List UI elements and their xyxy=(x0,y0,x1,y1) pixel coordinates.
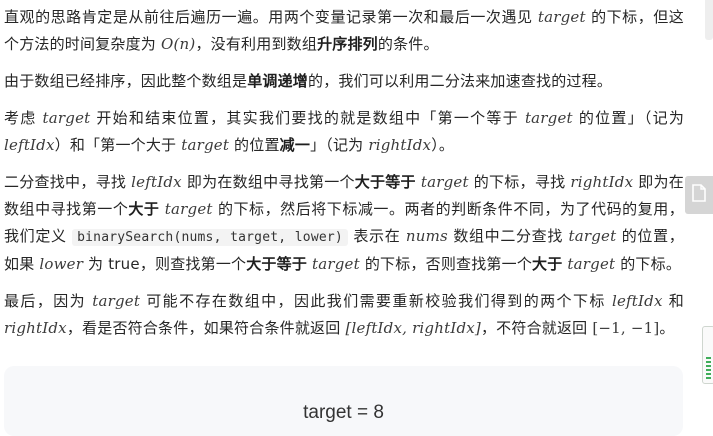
float-action-button[interactable] xyxy=(685,176,713,214)
math-target: target xyxy=(312,255,360,273)
text: 」（记为 xyxy=(310,136,369,154)
math-target: target xyxy=(537,8,586,26)
paragraph-2: 由于数组已经排序，因此整个数组是单调递增的，我们可以利用二分法来加速查找的过程。 xyxy=(4,68,684,95)
inline-code: binarySearch(nums, target, lower) xyxy=(72,229,348,246)
text: 的，我们可以利用二分法来加速查找的过程。 xyxy=(308,72,613,90)
text: 的位置」（记为 xyxy=(572,109,685,127)
text: 的下标，寻找 xyxy=(468,173,571,191)
text: 最后，因为 xyxy=(4,292,93,310)
math-complexity: O(n) xyxy=(160,35,196,53)
side-widget[interactable] xyxy=(702,326,713,384)
text: 表示在 xyxy=(347,227,406,245)
bold-text: 单调递增 xyxy=(247,72,309,90)
math-rightidx: rightIdx xyxy=(4,319,67,337)
paragraph-3: 考虑 target 开始和结束位置，其实我们要找的就是数组中「第一个等于 tar… xyxy=(4,105,684,159)
math-target: target xyxy=(164,200,213,218)
math-target: target xyxy=(567,255,616,273)
text: 开始和结束位置，其实我们要找的就是数组中「第一个等于 xyxy=(90,109,525,127)
paragraph-5: 最后，因为 target 可能不存在数组中，因此我们需要重新校验我们得到的两个下… xyxy=(4,288,684,342)
text: 为 true，则查找第一个 xyxy=(83,255,247,273)
text: 的条件。 xyxy=(377,35,439,53)
math-rightidx: rightIdx xyxy=(368,136,432,154)
text: 的位置 xyxy=(229,136,280,154)
math-target: target xyxy=(420,173,469,191)
math-leftidx: leftIdx xyxy=(611,292,663,310)
math-leftidx: leftIdx xyxy=(131,173,182,191)
math-not-found: [−1, −1] xyxy=(592,319,660,337)
math-target: target xyxy=(568,227,617,245)
math-target: target xyxy=(524,109,573,127)
text: 由于数组已经排序，因此整个数组是 xyxy=(4,72,248,90)
text: ）和「第一个大于 xyxy=(54,136,182,154)
math-target: target xyxy=(181,136,230,154)
math-leftidx: leftIdx xyxy=(4,136,55,154)
scrollbar-track[interactable] xyxy=(705,0,713,40)
text: ，不符合就返回 xyxy=(480,319,593,337)
bold-text: 大于等于 xyxy=(354,173,416,191)
text: 考虑 xyxy=(4,109,43,127)
text: 可能不存在数组中，因此我们需要重新校验我们得到的两个下标 xyxy=(140,292,612,310)
math-target: target xyxy=(42,109,91,127)
math-rightidx: rightIdx xyxy=(570,173,634,191)
bold-text: 大于 xyxy=(128,200,160,218)
text: 的下标。 xyxy=(615,255,682,273)
illustration-title: target = 8 xyxy=(303,402,384,423)
text: ）。 xyxy=(431,136,455,154)
text: 数组中二分查找 xyxy=(447,227,569,245)
paragraph-1: 直观的思路肯定是从前往后遍历一遍。用两个变量记录第一次和最后一次遇见 targe… xyxy=(4,4,684,58)
math-nums: nums xyxy=(405,227,448,245)
math-target: target xyxy=(92,292,141,310)
article-body: 直观的思路肯定是从前往后遍历一遍。用两个变量记录第一次和最后一次遇见 targe… xyxy=(4,0,684,352)
document-icon xyxy=(691,184,707,206)
text: 和 xyxy=(662,292,685,310)
text: 直观的思路肯定是从前往后遍历一遍。用两个变量记录第一次和最后一次遇见 xyxy=(4,8,538,26)
text: ，看是否符合条件，如果符合条件就返回 xyxy=(66,319,346,337)
text: 的下标，否则查找第一个 xyxy=(359,255,533,273)
bold-text: 大于 xyxy=(532,255,563,273)
illustration-card: target = 8 xyxy=(4,366,683,436)
paragraph-4: 二分查找中，寻找 leftIdx 即为在数组中寻找第一个大于等于 target … xyxy=(4,169,684,278)
text: 。 xyxy=(659,319,675,337)
bold-text: 减一 xyxy=(279,136,311,154)
math-result-pair: [leftIdx, rightIdx] xyxy=(345,319,481,337)
text: ，没有利用到数组 xyxy=(195,35,318,53)
text: 即为在数组中寻找第一个 xyxy=(181,173,355,191)
text: 二分查找中，寻找 xyxy=(4,173,132,191)
bold-text: 升序排列 xyxy=(317,35,378,53)
bold-text: 大于等于 xyxy=(246,255,308,273)
math-lower: lower xyxy=(39,255,84,273)
